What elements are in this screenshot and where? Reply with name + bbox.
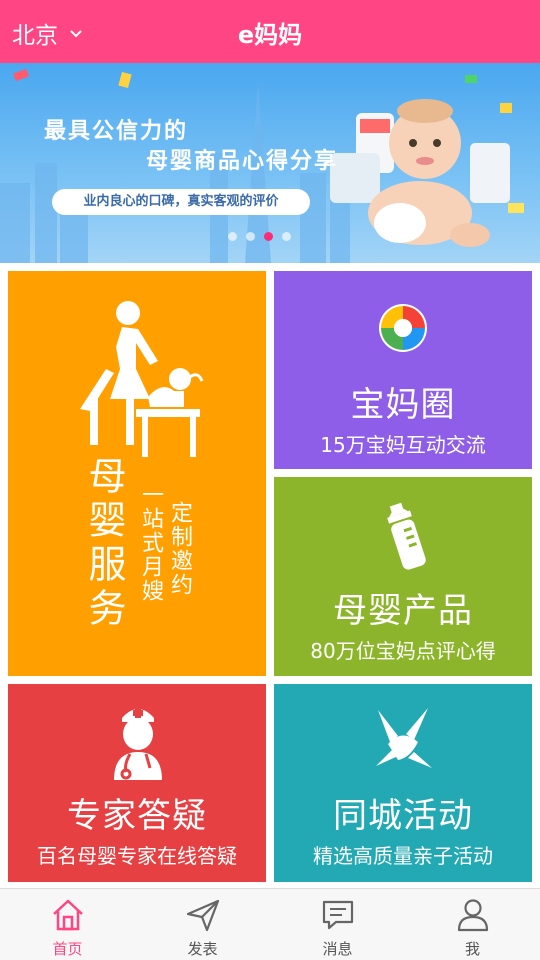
expert-qa-tile[interactable]: 专家答疑 百名母婴专家在线答疑 [8, 684, 266, 882]
home-icon [52, 899, 83, 931]
tab-messages-label: 消息 [322, 940, 353, 958]
mom-circle-title: 宝妈圈 [350, 385, 456, 425]
nanny-changing-baby-icon [80, 301, 204, 457]
baby-products-subtitle: 80万位宝妈点评心得 [310, 639, 496, 663]
banner-headline-2: 母婴商品心得分享 [146, 149, 339, 174]
carousel-dot-active[interactable] [264, 232, 273, 241]
service-title: 母婴服务 [82, 456, 126, 632]
page-title: e妈妈 [237, 21, 303, 49]
expert-qa-subtitle: 百名母婴专家在线答疑 [37, 844, 237, 868]
carousel-dot[interactable] [246, 232, 255, 241]
promo-banner[interactable]: 最具公信力的 母婴商品心得分享 业内良心的口碑，真实客观的评价 [0, 63, 540, 263]
tab-me[interactable]: 我 [405, 889, 540, 960]
carousel-indicator[interactable] [228, 232, 291, 241]
baby-bottle-icon [387, 502, 426, 570]
tab-post[interactable]: 发表 [135, 889, 270, 960]
local-activity-subtitle: 精选高质量亲子活动 [313, 844, 493, 868]
service-subtitle-1: 一站式月嫂 [138, 483, 163, 603]
banner-headline-1: 最具公信力的 [44, 119, 189, 144]
baby-products-tile[interactable]: 母婴产品 80万位宝妈点评心得 [274, 477, 532, 676]
carousel-dot[interactable] [282, 232, 291, 241]
expert-qa-title: 专家答疑 [67, 796, 207, 836]
mom-circle-tile[interactable]: 宝妈圈 15万宝妈互动交流 [274, 271, 532, 469]
bottom-tab-bar: 首页 发表 消息 我 [0, 888, 540, 960]
holding-hands-icon [376, 708, 432, 768]
message-icon [322, 900, 353, 930]
tab-home-label: 首页 [52, 940, 83, 958]
local-activity-title: 同城活动 [333, 796, 473, 836]
mom-circle-subtitle: 15万宝妈互动交流 [320, 433, 486, 457]
send-icon [186, 899, 219, 932]
user-icon [457, 899, 488, 932]
tab-post-label: 发表 [187, 940, 218, 958]
local-activity-tile[interactable]: 同城活动 精选高质量亲子活动 [274, 684, 532, 882]
camera-aperture-icon [379, 304, 427, 352]
tab-messages[interactable]: 消息 [270, 889, 405, 960]
maternity-service-tile[interactable]: 母婴服务 一站式月嫂 定制邀约 [8, 271, 266, 676]
doctor-icon [114, 708, 162, 780]
tab-home[interactable]: 首页 [0, 889, 135, 960]
service-subtitle-2: 定制邀约 [167, 501, 192, 597]
banner-subtitle: 业内良心的口碑，真实客观的评价 [52, 189, 310, 215]
baby-products-title: 母婴产品 [333, 591, 473, 631]
carousel-dot[interactable] [228, 232, 237, 241]
app-header: 北京 e妈妈 [0, 0, 540, 63]
tab-me-label: 我 [464, 940, 480, 958]
